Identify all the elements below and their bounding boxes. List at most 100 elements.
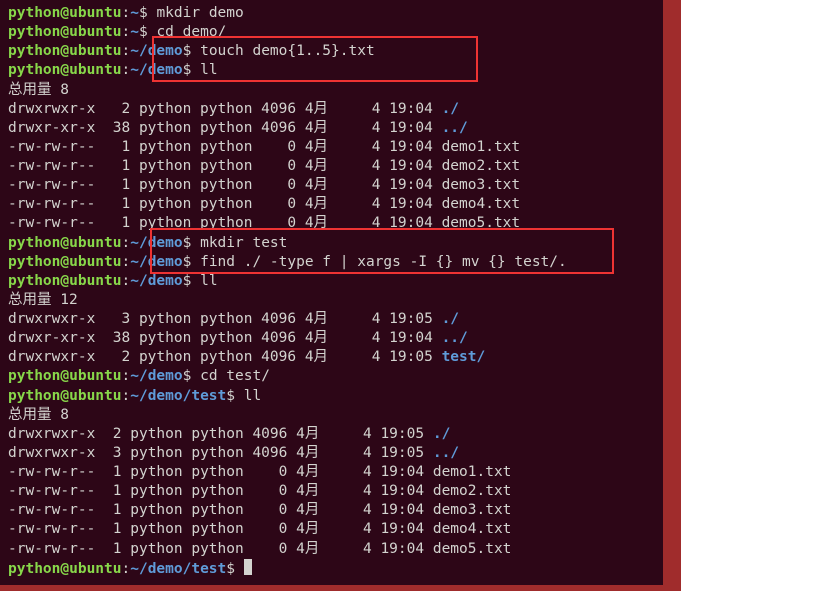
- ls-month: 4月: [296, 541, 345, 557]
- ls-perm: -rw-rw-r--: [8, 177, 104, 193]
- ls-name: demo4.txt: [433, 521, 512, 537]
- command-text[interactable]: ll: [200, 273, 217, 289]
- ls-day: 4: [346, 464, 381, 480]
- command-text[interactable]: touch demo{1..5}.txt: [200, 43, 375, 59]
- prompt-sep: :: [122, 5, 131, 21]
- ls-day: 4: [346, 502, 381, 518]
- ls-name: demo4.txt: [442, 196, 521, 212]
- prompt-path: ~/demo: [130, 273, 182, 289]
- ls-day: 4: [354, 330, 389, 346]
- ls-day: 4: [354, 196, 389, 212]
- ls-name: ./: [442, 101, 459, 117]
- terminal-line: -rw-rw-r-- 1 python python 0 4月 4 19:04 …: [8, 195, 655, 214]
- ls-owner: python python: [139, 120, 261, 136]
- ls-owner: python python: [130, 502, 252, 518]
- ls-links: 3: [104, 311, 139, 327]
- prompt-sep: :: [122, 273, 131, 289]
- terminal-line: python@ubuntu:~/demo/test$: [8, 559, 655, 579]
- ls-perm: -rw-rw-r--: [8, 158, 104, 174]
- prompt-dollar: $: [183, 254, 200, 270]
- prompt-dollar: $: [139, 24, 156, 40]
- terminal-line: python@ubuntu:~$ mkdir demo: [8, 4, 655, 23]
- ls-day: 4: [346, 541, 381, 557]
- ls-month: 4月: [305, 349, 354, 365]
- terminal-line: -rw-rw-r-- 1 python python 0 4月 4 19:04 …: [8, 540, 655, 559]
- ls-name: ../: [442, 120, 468, 136]
- prompt-user: python@ubuntu: [8, 24, 122, 40]
- prompt-user: python@ubuntu: [8, 43, 122, 59]
- terminal-line: drwxrwxr-x 2 python python 4096 4月 4 19:…: [8, 100, 655, 119]
- ls-month: 4月: [305, 196, 354, 212]
- ls-owner: python python: [130, 464, 252, 480]
- terminal-line: 总用量 8: [8, 81, 655, 100]
- prompt-user: python@ubuntu: [8, 388, 122, 404]
- ls-links: 1: [104, 177, 139, 193]
- prompt-sep: :: [122, 561, 131, 577]
- ls-size: 0: [252, 464, 296, 480]
- terminal-line: -rw-rw-r-- 1 python python 0 4月 4 19:04 …: [8, 214, 655, 233]
- ls-perm: -rw-rw-r--: [8, 483, 104, 499]
- ls-day: 4: [354, 349, 389, 365]
- terminal-line: drwxrwxr-x 2 python python 4096 4月 4 19:…: [8, 425, 655, 444]
- ls-links: 38: [104, 120, 139, 136]
- ls-name: demo1.txt: [442, 139, 521, 155]
- command-text[interactable]: mkdir test: [200, 235, 287, 251]
- terminal-line: python@ubuntu:~/demo$ find ./ -type f | …: [8, 253, 655, 272]
- ls-name: ./: [442, 311, 459, 327]
- terminal-window[interactable]: python@ubuntu:~$ mkdir demopython@ubuntu…: [0, 0, 681, 591]
- ls-perm: -rw-rw-r--: [8, 464, 104, 480]
- ls-owner: python python: [139, 330, 261, 346]
- ls-links: 1: [104, 215, 139, 231]
- prompt-dollar: $: [183, 235, 200, 251]
- ls-month: 4月: [296, 426, 345, 442]
- ls-perm: -rw-rw-r--: [8, 139, 104, 155]
- ls-day: 4: [346, 426, 381, 442]
- ls-perm: drwxrwxr-x: [8, 349, 104, 365]
- command-text[interactable]: ll: [200, 62, 217, 78]
- ls-month: 4月: [305, 311, 354, 327]
- command-text[interactable]: cd demo/: [156, 24, 226, 40]
- terminal-line: drwxrwxr-x 2 python python 4096 4月 4 19:…: [8, 348, 655, 367]
- ls-owner: python python: [139, 158, 261, 174]
- terminal-line: 总用量 12: [8, 291, 655, 310]
- ls-size: 4096: [261, 101, 305, 117]
- ls-month: 4月: [296, 521, 345, 537]
- ls-perm: drwxr-xr-x: [8, 330, 104, 346]
- ls-month: 4月: [296, 502, 345, 518]
- prompt-dollar: $: [183, 43, 200, 59]
- terminal-line: python@ubuntu:~/demo$ mkdir test: [8, 234, 655, 253]
- command-text[interactable]: mkdir demo: [156, 5, 243, 21]
- ls-day: 4: [346, 445, 381, 461]
- terminal-line: -rw-rw-r-- 1 python python 0 4月 4 19:04 …: [8, 520, 655, 539]
- prompt-path: ~/demo: [130, 235, 182, 251]
- ls-size: 4096: [261, 349, 305, 365]
- prompt-user: python@ubuntu: [8, 62, 122, 78]
- ls-size: 0: [261, 196, 305, 212]
- terminal-line: -rw-rw-r-- 1 python python 0 4月 4 19:04 …: [8, 501, 655, 520]
- ls-links: 2: [104, 349, 139, 365]
- ls-perm: drwxrwxr-x: [8, 101, 104, 117]
- ls-time: 19:04: [380, 464, 432, 480]
- terminal-line: drwxr-xr-x 38 python python 4096 4月 4 19…: [8, 119, 655, 138]
- ls-links: 2: [104, 426, 130, 442]
- ls-month: 4月: [305, 139, 354, 155]
- ls-links: 1: [104, 541, 130, 557]
- prompt-path: ~: [130, 24, 139, 40]
- ls-perm: -rw-rw-r--: [8, 502, 104, 518]
- prompt-sep: :: [122, 43, 131, 59]
- command-text[interactable]: ll: [244, 388, 261, 404]
- prompt-path: ~: [130, 5, 139, 21]
- ls-links: 2: [104, 101, 139, 117]
- prompt-path: ~/demo/test: [130, 561, 226, 577]
- command-text[interactable]: cd test/: [200, 368, 270, 384]
- prompt-path: ~/demo: [130, 62, 182, 78]
- ls-links: 1: [104, 483, 130, 499]
- ls-links: 1: [104, 464, 130, 480]
- ls-size: 0: [261, 215, 305, 231]
- ls-month: 4月: [305, 120, 354, 136]
- ls-links: 1: [104, 521, 130, 537]
- prompt-user: python@ubuntu: [8, 235, 122, 251]
- cursor[interactable]: [244, 559, 252, 575]
- terminal-line: drwxrwxr-x 3 python python 4096 4月 4 19:…: [8, 444, 655, 463]
- command-text[interactable]: find ./ -type f | xargs -I {} mv {} test…: [200, 254, 567, 270]
